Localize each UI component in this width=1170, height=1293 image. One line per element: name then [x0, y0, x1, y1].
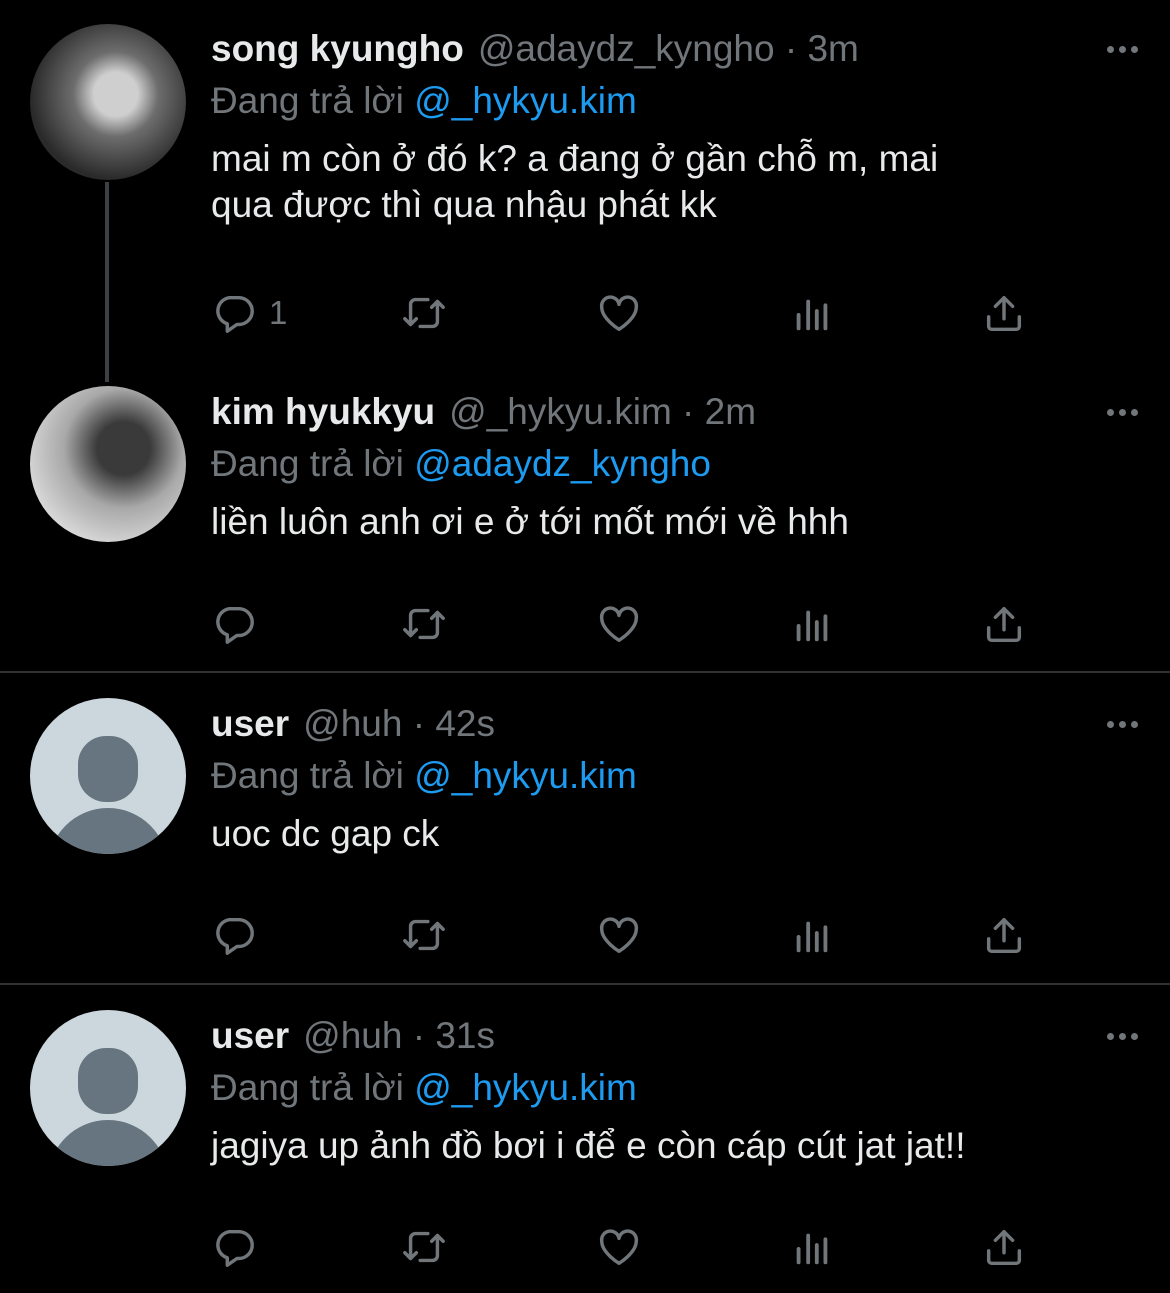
reply-icon	[216, 606, 254, 644]
tweet-text-line: mai m còn ở đó k? a đang ở gần chỗ m, ma…	[211, 138, 939, 179]
like-button[interactable]	[596, 910, 642, 960]
share-icon	[986, 295, 1022, 332]
handle[interactable]: @adaydz_kyngho	[478, 28, 775, 69]
tweet-text-line: jagiya up ảnh đồ bơi i để e còn cáp cút …	[211, 1125, 966, 1166]
reply-icon	[216, 295, 254, 333]
replying-to: Đang trả lời @adaydz_kyngho	[211, 441, 1130, 487]
avatar[interactable]	[30, 698, 186, 854]
tweet-text-line: liền luôn anh ơi e ở tới mốt mới về hhh	[211, 501, 849, 542]
mention-link[interactable]: @_hykyu.kim	[414, 1067, 637, 1108]
retweet-icon	[403, 919, 445, 951]
more-icon[interactable]	[1107, 701, 1138, 747]
replying-to: Đang trả lời @_hykyu.kim	[211, 753, 1130, 799]
divider	[0, 671, 1170, 673]
default-avatar-head	[78, 1048, 138, 1114]
like-icon	[599, 295, 639, 332]
display-name[interactable]: song kyungho	[211, 28, 464, 69]
mention-link[interactable]: @_hykyu.kim	[414, 80, 637, 121]
mention-link[interactable]: @adaydz_kyngho	[414, 443, 711, 484]
share-icon	[986, 606, 1022, 643]
reply-icon	[216, 917, 254, 955]
display-name[interactable]: user	[211, 703, 289, 744]
retweet-button[interactable]	[401, 1222, 447, 1272]
replying-to: Đang trả lời @_hykyu.kim	[211, 1065, 1130, 1111]
reply-button[interactable]	[211, 599, 257, 649]
tweet-text: liền luôn anh ơi e ở tới mốt mới về hhh	[211, 499, 1130, 545]
avatar[interactable]	[30, 386, 186, 542]
views-button[interactable]	[789, 599, 835, 649]
views-button[interactable]	[789, 1222, 835, 1272]
handle[interactable]: @huh	[303, 1015, 402, 1056]
display-name[interactable]: kim hyukkyu	[211, 391, 435, 432]
reply-icon	[216, 1229, 254, 1267]
timestamp[interactable]: 31s	[435, 1015, 495, 1056]
mention-link[interactable]: @_hykyu.kim	[414, 755, 637, 796]
reply-button[interactable]	[211, 1222, 257, 1272]
divider	[0, 983, 1170, 985]
like-button[interactable]	[596, 1222, 642, 1272]
retweet-icon	[403, 297, 445, 329]
retweet-button[interactable]	[401, 599, 447, 649]
views-button[interactable]	[789, 910, 835, 960]
display-name[interactable]: user	[211, 1015, 289, 1056]
retweet-icon	[403, 1231, 445, 1263]
default-avatar-head	[78, 736, 138, 802]
like-icon	[599, 606, 639, 643]
views-icon	[796, 921, 828, 953]
tweet-text: mai m còn ở đó k? a đang ở gần chỗ m, ma…	[211, 136, 1130, 228]
tweet-text: uoc dc gap ck	[211, 811, 1130, 857]
tweet-text: jagiya up ảnh đồ bơi i để e còn cáp cút …	[211, 1123, 1130, 1169]
share-button[interactable]	[981, 910, 1027, 960]
handle[interactable]: @huh	[303, 703, 402, 744]
reply-button[interactable]: 1	[211, 288, 287, 338]
timestamp[interactable]: 42s	[435, 703, 495, 744]
avatar[interactable]	[30, 24, 186, 180]
timestamp[interactable]: 2m	[705, 391, 756, 432]
reply-count: 1	[269, 294, 288, 331]
views-icon	[796, 1233, 828, 1265]
default-avatar-body	[48, 1120, 168, 1166]
avatar[interactable]	[30, 1010, 186, 1166]
reply-prefix: Đang trả lời	[211, 755, 404, 796]
like-icon	[599, 1229, 639, 1266]
more-icon[interactable]	[1107, 1013, 1138, 1059]
share-button[interactable]	[981, 288, 1027, 338]
tweet-text-line: uoc dc gap ck	[211, 813, 440, 854]
like-button[interactable]	[596, 288, 642, 338]
views-icon	[796, 610, 828, 642]
share-icon	[986, 1229, 1022, 1266]
like-icon	[599, 917, 639, 954]
share-button[interactable]	[981, 599, 1027, 649]
handle[interactable]: @_hykyu.kim	[449, 391, 672, 432]
reply-prefix: Đang trả lời	[211, 1067, 404, 1108]
retweet-button[interactable]	[401, 910, 447, 960]
retweet-icon	[403, 608, 445, 640]
share-button[interactable]	[981, 1222, 1027, 1272]
tweet-text-line: qua được thì qua nhậu phát kk	[211, 184, 717, 225]
thread-line	[105, 182, 109, 382]
reply-prefix: Đang trả lời	[211, 443, 404, 484]
replying-to: Đang trả lời @_hykyu.kim	[211, 78, 1130, 124]
views-button[interactable]	[789, 288, 835, 338]
more-icon[interactable]	[1107, 389, 1138, 435]
default-avatar-body	[48, 808, 168, 854]
reply-button[interactable]	[211, 910, 257, 960]
reply-prefix: Đang trả lời	[211, 80, 404, 121]
more-icon[interactable]	[1107, 26, 1138, 72]
views-icon	[796, 299, 828, 331]
share-icon	[986, 917, 1022, 954]
like-button[interactable]	[596, 599, 642, 649]
retweet-button[interactable]	[401, 288, 447, 338]
timestamp[interactable]: 3m	[807, 28, 858, 69]
